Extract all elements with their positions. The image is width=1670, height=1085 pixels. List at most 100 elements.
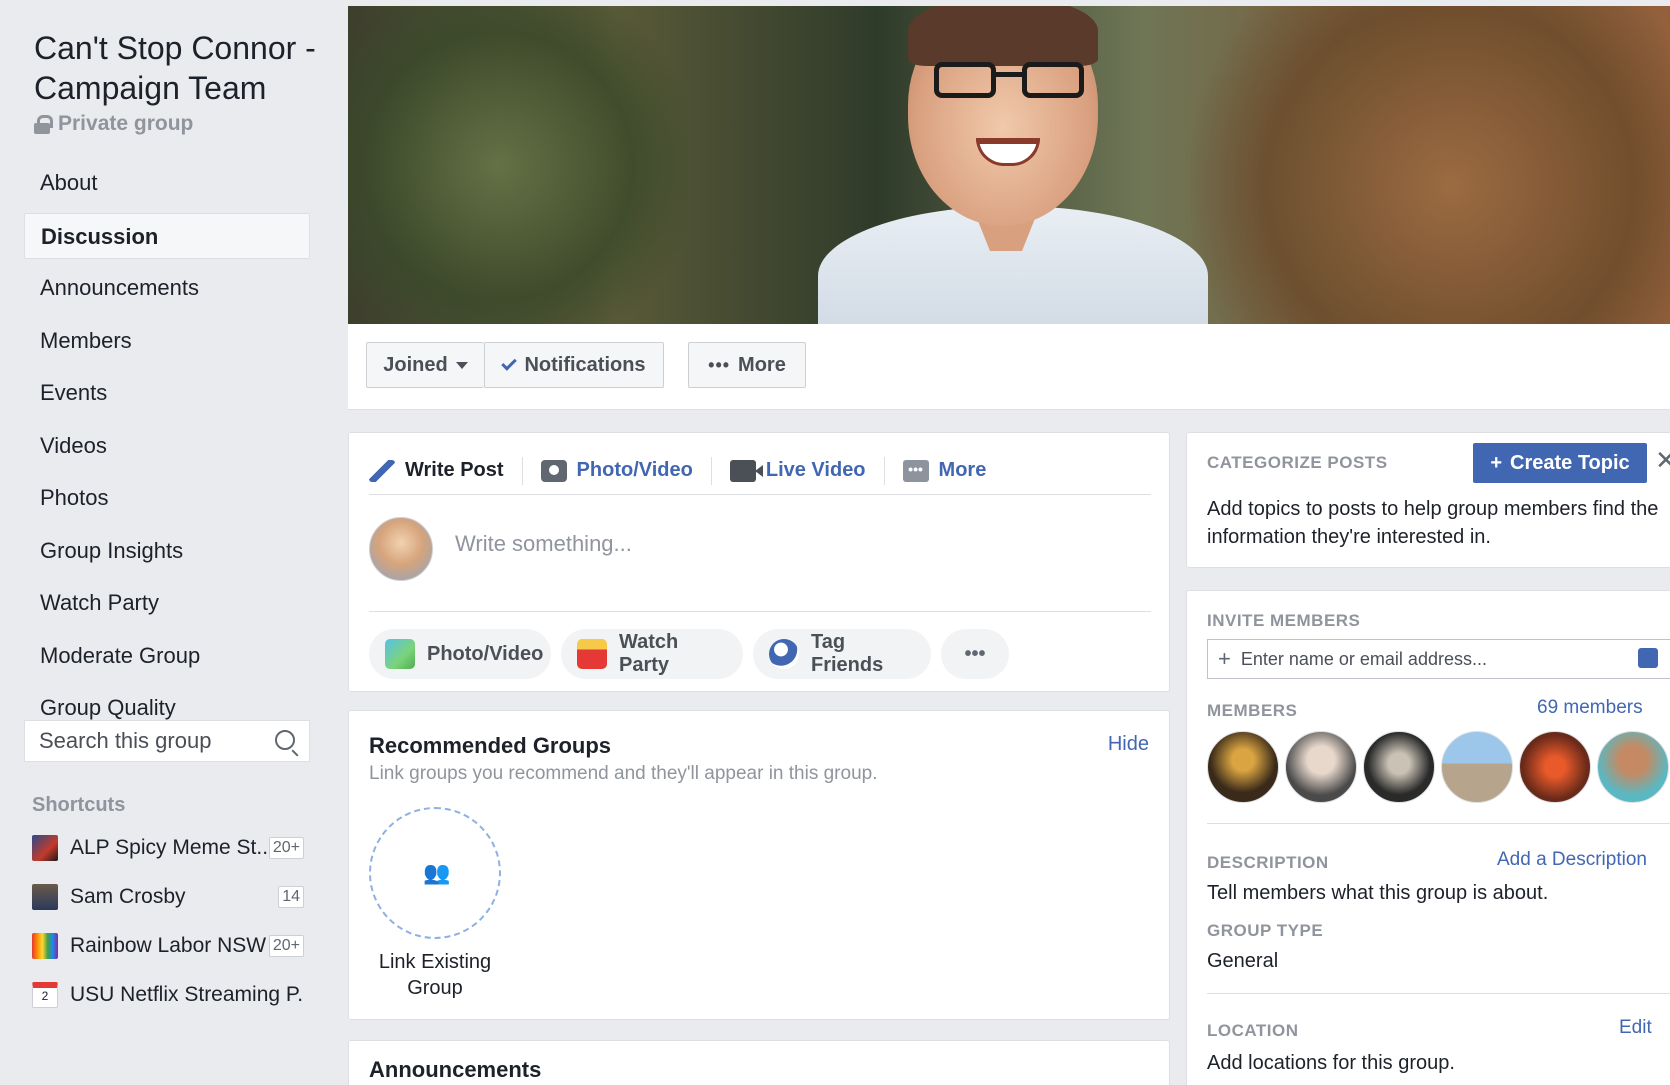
more-options-button[interactable]: •••: [941, 629, 1009, 679]
more-label: More: [738, 353, 786, 376]
shortcuts-heading: Shortcuts: [32, 794, 126, 816]
joined-button[interactable]: Joined: [366, 342, 484, 388]
messenger-icon[interactable]: [1638, 648, 1658, 668]
shortcut-count-badge: 20+: [268, 935, 304, 957]
categorize-heading: CATEGORIZE POSTS: [1207, 453, 1388, 472]
recommended-groups-subtitle: Link groups you recommend and they'll ap…: [369, 763, 878, 784]
members-count-link[interactable]: 69 members: [1537, 697, 1643, 719]
tab-more[interactable]: ••• More: [885, 457, 1005, 485]
description-text: Tell members what this group is about.: [1207, 882, 1549, 904]
nav-discussion[interactable]: Discussion: [24, 212, 310, 259]
tab-live-video[interactable]: Live Video: [712, 456, 885, 485]
invite-members-input[interactable]: + Enter name or email address...: [1207, 639, 1670, 679]
group-info-panel: INVITE MEMBERS + Enter name or email add…: [1186, 590, 1670, 1085]
more-button[interactable]: ••• More: [688, 342, 806, 388]
location-text: Add locations for this group.: [1207, 1052, 1455, 1074]
cover-person-hair: [908, 6, 1098, 66]
photo-icon: [385, 639, 415, 669]
invite-placeholder: Enter name or email address...: [1240, 648, 1487, 669]
lock-icon: [34, 114, 53, 134]
link-existing-group-label[interactable]: Link Existing Group: [361, 949, 509, 1001]
cover-background-blur: [1190, 6, 1670, 324]
location-heading: LOCATION: [1207, 1021, 1299, 1040]
checkmark-icon: [501, 355, 518, 371]
tab-live-video-label: Live Video: [765, 459, 866, 481]
nav-moderate-group[interactable]: Moderate Group: [24, 633, 310, 679]
hide-link[interactable]: Hide: [1108, 733, 1149, 756]
avatar[interactable]: [1441, 731, 1513, 803]
tab-photo-video-label: Photo/Video: [576, 459, 693, 481]
shortcut-label: Rainbow Labor NSW: [70, 934, 267, 957]
shortcut-count-badge: 20+: [268, 837, 304, 859]
avatar[interactable]: [1519, 731, 1591, 803]
create-topic-label: Create Topic: [1510, 451, 1630, 474]
privacy-label: Private group: [34, 112, 193, 136]
shortcut-label: ALP Spicy Meme St...: [70, 836, 269, 859]
video-camera-icon: [729, 459, 763, 482]
invite-members-heading: INVITE MEMBERS: [1207, 611, 1361, 630]
shortcut-item[interactable]: ALP Spicy Meme St... 20+: [32, 828, 304, 868]
tab-more-label: More: [938, 459, 987, 481]
shortcut-label: Sam Crosby: [70, 885, 186, 908]
tab-write-post[interactable]: Write Post: [369, 456, 523, 485]
nav-group-insights[interactable]: Group Insights: [24, 528, 310, 574]
link-existing-group-button[interactable]: 👥: [369, 807, 501, 939]
nav-watch-party[interactable]: Watch Party: [24, 580, 310, 626]
more-icon: •••: [902, 459, 929, 482]
plus-icon: +: [1218, 646, 1231, 671]
more-dots-icon: •••: [708, 354, 731, 375]
close-icon[interactable]: ✕: [1655, 445, 1670, 476]
edit-location-link[interactable]: Edit: [1619, 1017, 1652, 1039]
shortcut-thumbnail: [32, 933, 58, 959]
categorize-posts-card: CATEGORIZE POSTS + Create Topic ✕ Add to…: [1186, 432, 1670, 568]
tag-friends-icon: [769, 639, 799, 669]
tag-friends-button[interactable]: Tag Friends: [753, 629, 931, 679]
categorize-description: Add topics to posts to help group member…: [1207, 498, 1659, 548]
shortcut-count-badge: 14: [278, 886, 304, 908]
plus-icon: +: [1490, 451, 1502, 474]
post-composer: Write Post Photo/Video Live Video ••• Mo…: [348, 432, 1170, 692]
nav-about[interactable]: About: [24, 160, 310, 206]
avatar[interactable]: [1207, 731, 1279, 803]
tab-photo-video[interactable]: Photo/Video: [523, 456, 712, 485]
avatar[interactable]: [1285, 731, 1357, 803]
nav-members[interactable]: Members: [24, 318, 310, 364]
photo-video-button[interactable]: Photo/Video: [369, 629, 551, 679]
announcements-title: Announcements: [369, 1057, 542, 1082]
watch-party-label: Watch Party: [619, 631, 679, 676]
search-group-input[interactable]: Search this group: [24, 720, 310, 762]
nav-events[interactable]: Events: [24, 370, 310, 416]
group-nav: About Discussion Announcements Members E…: [24, 160, 310, 738]
composer-tabs: Write Post Photo/Video Live Video ••• Mo…: [369, 447, 1151, 495]
camera-icon: [540, 459, 567, 482]
search-icon[interactable]: [275, 730, 295, 750]
add-description-link[interactable]: Add a Description: [1497, 849, 1647, 871]
notifications-button[interactable]: Notifications: [484, 342, 664, 388]
group-icon: 👥: [423, 860, 450, 885]
avatar[interactable]: [1597, 731, 1669, 803]
shortcut-thumbnail: [32, 835, 58, 861]
cover-person-glasses: [934, 62, 1084, 100]
recommended-groups-title: Recommended Groups: [369, 733, 612, 758]
nav-announcements[interactable]: Announcements: [24, 265, 310, 311]
create-topic-button[interactable]: + Create Topic: [1473, 443, 1647, 483]
nav-videos[interactable]: Videos: [24, 423, 310, 469]
shortcut-item[interactable]: Rainbow Labor NSW 20+: [32, 926, 304, 966]
privacy-text: Private group: [58, 112, 194, 135]
composer-divider: [369, 611, 1151, 612]
more-dots-icon: •••: [964, 642, 986, 665]
group-title[interactable]: Can't Stop Connor - Campaign Team: [34, 28, 324, 108]
cover-photo[interactable]: [348, 6, 1670, 324]
avatar[interactable]: [1363, 731, 1435, 803]
avatar[interactable]: [369, 517, 433, 581]
shortcut-item[interactable]: 2 USU Netflix Streaming P...: [32, 975, 304, 1015]
write-something-input[interactable]: Write something...: [455, 531, 632, 557]
divider: [1207, 993, 1670, 994]
nav-photos[interactable]: Photos: [24, 475, 310, 521]
watch-party-button[interactable]: Watch Party: [561, 629, 743, 679]
announcements-card: Announcements: [348, 1040, 1170, 1085]
left-sidebar: Can't Stop Connor - Campaign Team Privat…: [14, 6, 328, 1085]
tag-friends-label: Tag Friends: [811, 631, 884, 676]
group-action-bar: Joined Notifications ••• More: [348, 324, 1670, 410]
shortcut-item[interactable]: Sam Crosby 14: [32, 877, 304, 917]
